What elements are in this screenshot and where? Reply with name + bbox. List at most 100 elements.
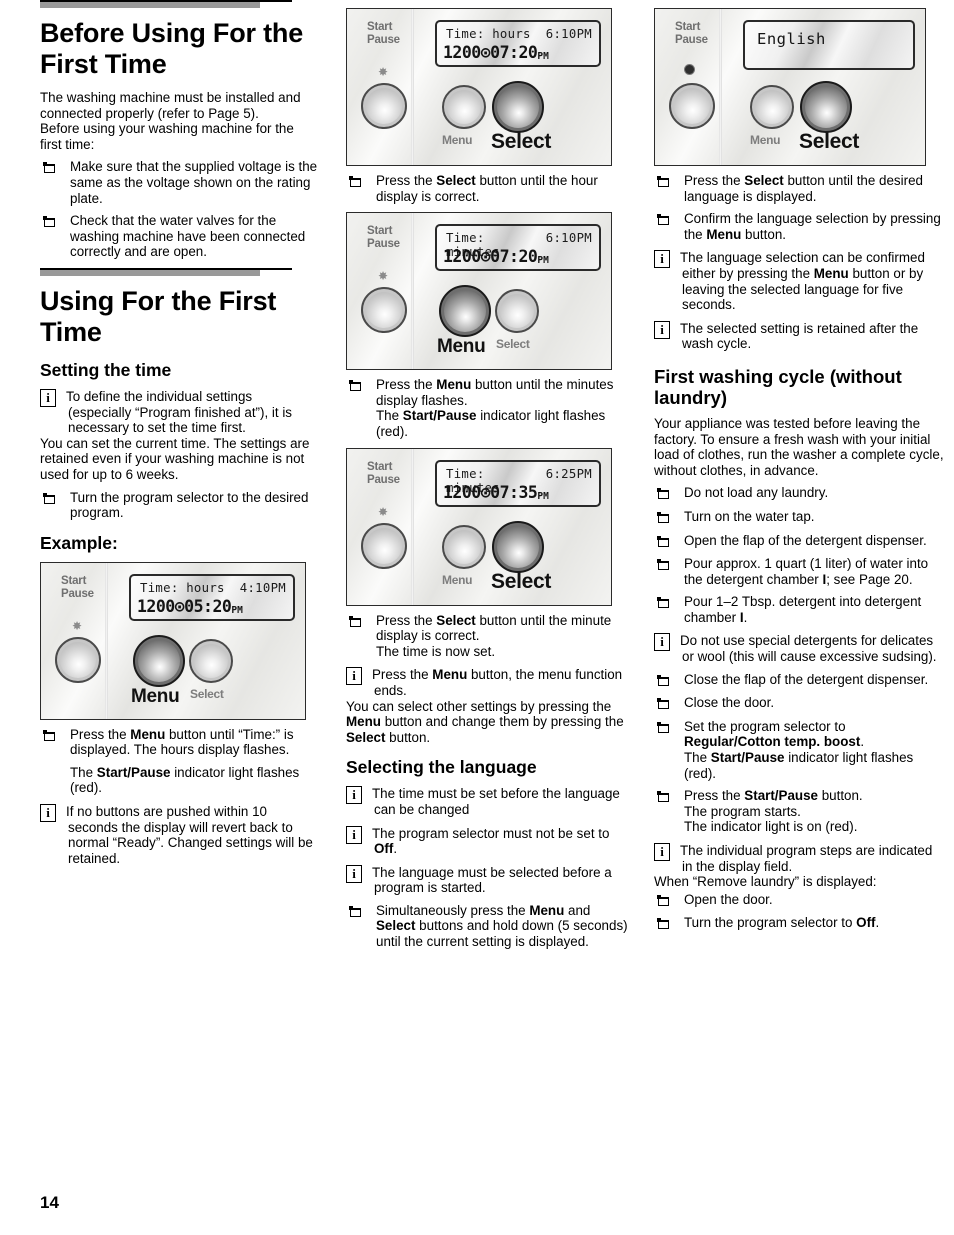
info-note-text: The language must be selected before a p… [372, 864, 612, 896]
menu-button-label: Menu [437, 336, 486, 358]
list-item: Do not load any laundry. [654, 485, 944, 502]
list-item: Pour 1–2 Tbsp. detergent into detergent … [654, 594, 944, 625]
lcd-segment-value: 1200⊙05:20 [137, 596, 232, 616]
info-note: i The program selector must not be set t… [346, 825, 628, 857]
body-paragraph: You can select other settings by pressin… [346, 698, 624, 745]
subsection-title-example: Example: [40, 532, 118, 553]
list-item-label: Confirm the language selection by pressi… [684, 211, 941, 242]
lcd-clock: 6:10PM [545, 231, 592, 246]
lcd-line-1: Time: hours 4:10PM [140, 581, 286, 595]
body-paragraph: You can set the current time. The settin… [40, 435, 310, 482]
select-button-label: Select [491, 569, 552, 593]
info-note-text: Do not use special detergents for delica… [680, 633, 937, 665]
three-column-layout: Before Using For the First Time The wash… [0, 0, 954, 950]
list-item: Set the program selector to Regular/Cott… [654, 719, 944, 781]
panel-divider [411, 448, 414, 605]
subsection-title-selecting-the-language: Selecting the language [346, 757, 537, 778]
checkbox-icon [40, 490, 70, 507]
select-button[interactable] [492, 520, 544, 573]
checkbox-icon [346, 377, 376, 394]
lcd-segment-value: 1200⊙07:20 [443, 247, 538, 267]
list-item: Make sure that the supplied voltage is t… [40, 159, 318, 206]
list-item-label: Press the Menu button until the minutes … [376, 377, 614, 439]
lcd-display: Time: minutes 6:25PM 1200⊙07:35PM [435, 459, 601, 507]
list-item-label: Pour approx. 1 quart (1 liter) of water … [684, 556, 929, 587]
lcd-display: Time: hours 6:10PM 1200⊙07:20PM [435, 20, 601, 67]
column-3: Start Pause Menu Select English Press the… [654, 0, 954, 950]
page-number: 14 [40, 1193, 59, 1212]
checkbox-icon [346, 173, 376, 190]
info-note-text: The language selection can be confirmed … [680, 250, 925, 313]
select-button[interactable] [189, 638, 233, 683]
control-panel-illustration-language: Start Pause Menu Select English [654, 8, 926, 166]
list-item-label: Open the flap of the detergent dispenser… [684, 532, 927, 548]
checkbox-icon [654, 509, 684, 526]
info-note: i The selected setting is retained after… [654, 320, 944, 352]
checkbox-icon [346, 903, 376, 920]
start-pause-button[interactable] [361, 287, 407, 334]
info-note: i The language must be selected before a… [346, 864, 628, 896]
list-item: Press the Start/Pause button. The program… [654, 788, 944, 835]
body-paragraph: Your appliance was tested before leaving… [654, 415, 944, 478]
select-button[interactable] [495, 289, 539, 334]
panel-divider [411, 213, 414, 370]
body-paragraph: When “Remove laundry” is displayed: [654, 874, 877, 890]
list-item-label: The Start/Pause indicator light flashes … [70, 764, 300, 796]
list-item-label: Press the Select button until the minute… [376, 612, 612, 659]
menu-button[interactable] [442, 524, 486, 569]
checkbox-icon [40, 213, 70, 230]
list-item: Check that the water valves for the wash… [40, 213, 318, 260]
checkbox-icon [654, 788, 684, 805]
start-pause-button[interactable] [361, 83, 407, 129]
list-item: Turn the program selector to Off. [654, 915, 944, 932]
select-button[interactable] [492, 81, 544, 133]
lcd-line-2: 1200⊙07:20PM [443, 247, 549, 269]
start-pause-button[interactable] [361, 522, 407, 569]
start-pause-label: Start Pause [61, 574, 94, 600]
start-pause-button[interactable] [55, 636, 101, 683]
list-item: Open the door. [654, 892, 944, 909]
menu-button[interactable] [750, 85, 794, 129]
section-title-using-for-first-time: Using For the First Time [40, 285, 277, 347]
lcd-clock: 6:25PM [545, 466, 592, 481]
checkbox-icon [654, 695, 684, 712]
list-item: Pour approx. 1 quart (1 liter) of water … [654, 556, 944, 587]
info-note-text: The individual program steps are indicat… [680, 843, 933, 874]
lcd-line-2: 1200⊙07:20PM [443, 43, 549, 65]
checkbox-icon [654, 173, 684, 190]
info-note-text: Press the Menu button, the menu function… [372, 667, 623, 698]
control-panel-illustration-minutes: Start Pause ✸ Menu Select Time: minutes 6… [346, 212, 612, 371]
start-pause-label: Start Pause [367, 460, 400, 486]
checkbox-icon [40, 727, 70, 744]
info-note: i Do not use special detergents for deli… [654, 633, 944, 664]
list-item: Turn on the water tap. [654, 509, 944, 526]
list-item: Close the flap of the detergent dispense… [654, 672, 944, 689]
select-button[interactable] [800, 81, 852, 133]
list-item: Close the door. [654, 695, 944, 712]
lcd-meridiem: PM [537, 490, 549, 502]
start-pause-button[interactable] [669, 83, 715, 129]
select-button-label: Select [496, 337, 530, 352]
list-item-label: Close the flap of the detergent dispense… [684, 671, 929, 687]
panel-divider [719, 9, 722, 165]
control-panel-illustration-minutes-set: Start Pause ✸ Menu Select Time: minutes 6… [346, 447, 612, 606]
info-note: i The language selection can be confirme… [654, 250, 944, 312]
info-icon: i [654, 843, 670, 861]
list-item-label: Simultaneously press the Menu and Select… [376, 902, 628, 950]
list-item-label: Close the door. [684, 695, 775, 711]
lcd-clock: 6:10PM [545, 27, 592, 41]
rule-gray-bar [40, 2, 260, 8]
menu-button[interactable] [442, 85, 486, 129]
lcd-display: Time: hours 4:10PM 1200⊙05:20PM [129, 573, 295, 621]
list-item-label: Do not load any laundry. [684, 485, 829, 501]
checkbox-icon [654, 594, 684, 611]
lcd-display: Time: minutes 6:10PM 1200⊙07:20PM [435, 224, 601, 272]
lcd-line-2: 1200⊙05:20PM [137, 596, 243, 619]
menu-button[interactable] [133, 634, 185, 687]
info-icon: i [346, 786, 362, 805]
menu-button[interactable] [439, 285, 491, 338]
checkbox-icon [654, 672, 684, 689]
checkbox-icon [654, 892, 684, 909]
section-title-first-washing-cycle: First washing cycle (without laundry) [654, 365, 902, 409]
control-panel-illustration-example: Start Pause ✸ Menu Select Time: hours 4:1… [40, 561, 306, 720]
